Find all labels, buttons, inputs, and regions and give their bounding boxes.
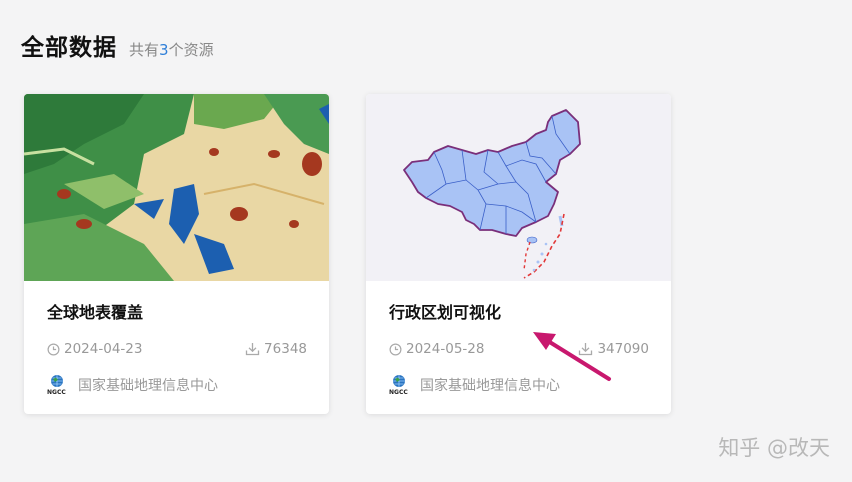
- download-text: 76348: [264, 341, 307, 357]
- card-title[interactable]: 行政区划可视化: [389, 299, 501, 323]
- org-abbr: NGCC: [47, 389, 66, 396]
- ngcc-logo-icon: NGCC: [389, 374, 409, 396]
- publisher-name: 国家基础地理信息中心: [78, 378, 218, 394]
- count-suffix: 个资源: [168, 41, 214, 59]
- dataset-card-land-cover[interactable]: 全球地表覆盖 2024-04-23 76348 NGCC 国家基础地理信息中心: [24, 94, 329, 414]
- download-text: 347090: [597, 341, 649, 357]
- download-count: 76348: [245, 341, 307, 357]
- resource-count: 共有3个资源: [129, 39, 214, 60]
- date-text: 2024-05-28: [406, 341, 485, 357]
- china-map-thumbnail: [366, 94, 671, 281]
- download-icon: [579, 343, 593, 356]
- download-icon: [245, 343, 260, 356]
- land-cover-thumbnail: [24, 94, 329, 281]
- card-title[interactable]: 全球地表覆盖: [47, 299, 143, 323]
- publisher[interactable]: NGCC 国家基础地理信息中心: [389, 374, 560, 396]
- publisher-name: 国家基础地理信息中心: [420, 378, 560, 394]
- org-abbr: NGCC: [389, 389, 408, 396]
- download-count: 347090: [578, 341, 649, 357]
- ngcc-logo-icon: NGCC: [47, 374, 67, 396]
- card-meta: 2024-04-23 76348: [47, 341, 307, 359]
- dataset-card-admin-divisions[interactable]: 行政区划可视化 2024-05-28 347090 NGCC 国家基础地理信息中…: [366, 94, 671, 414]
- count-number: 3: [159, 41, 169, 59]
- page-title: 全部数据: [21, 35, 117, 61]
- publisher[interactable]: NGCC 国家基础地理信息中心: [47, 374, 218, 396]
- watermark: 知乎 @改天: [718, 436, 830, 460]
- count-prefix: 共有: [129, 41, 160, 59]
- page-header: 全部数据 共有3个资源: [21, 28, 214, 62]
- date-text: 2024-04-23: [64, 341, 143, 357]
- clock-icon: [47, 343, 60, 355]
- clock-icon: [389, 343, 402, 355]
- card-meta: 2024-05-28 347090: [389, 341, 649, 359]
- publish-date: 2024-05-28: [389, 341, 484, 357]
- publish-date: 2024-04-23: [47, 341, 142, 357]
